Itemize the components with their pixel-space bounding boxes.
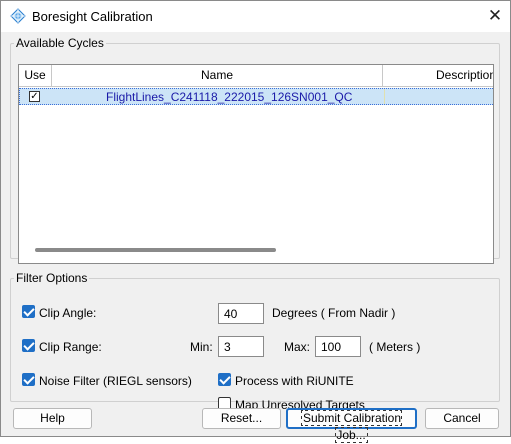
process-riunite-label: Process with RiUNITE bbox=[235, 374, 354, 388]
horizontal-scrollbar[interactable] bbox=[35, 248, 276, 252]
clip-range-max-label: Max: bbox=[284, 340, 311, 354]
table-header: Use Name Description bbox=[19, 65, 493, 87]
cycles-table[interactable]: Use Name Description ✓ FlightLines_C2411… bbox=[18, 64, 494, 264]
filter-options-legend: Filter Options bbox=[16, 271, 88, 285]
available-cycles-legend: Available Cycles bbox=[16, 36, 104, 50]
cycle-name: FlightLines_C241118_222015_126SN001_QC bbox=[106, 90, 353, 104]
close-icon: ✕ bbox=[487, 6, 503, 25]
reset-button[interactable]: Reset... bbox=[202, 408, 281, 429]
app-diamond-icon bbox=[10, 8, 26, 24]
clip-angle-checkbox[interactable] bbox=[22, 305, 35, 318]
boresight-calibration-dialog: Boresight Calibration ✕ Available Cycles… bbox=[0, 0, 511, 443]
clip-angle-unit: Degrees ( From Nadir ) bbox=[272, 306, 396, 320]
clip-range-label: Clip Range: bbox=[39, 340, 102, 354]
noise-filter-checkbox[interactable] bbox=[22, 373, 35, 386]
use-checkbox[interactable]: ✓ bbox=[29, 91, 40, 102]
column-header-description[interactable]: Description bbox=[383, 65, 493, 87]
column-header-name[interactable]: Name bbox=[52, 65, 383, 87]
column-divider bbox=[384, 89, 385, 104]
cancel-button[interactable]: Cancel bbox=[425, 408, 499, 429]
filter-options-group: Filter Options Clip Angle: Degrees ( Fro… bbox=[10, 271, 500, 412]
clip-range-unit: ( Meters ) bbox=[369, 340, 421, 354]
table-row[interactable]: ✓ FlightLines_C241118_222015_126SN001_QC bbox=[19, 88, 493, 105]
clip-range-min-input[interactable] bbox=[218, 336, 264, 357]
window-title: Boresight Calibration bbox=[32, 9, 153, 24]
submit-button-label: Submit Calibration Job... bbox=[300, 410, 403, 443]
title-bar: Boresight Calibration ✕ bbox=[1, 1, 510, 32]
help-button[interactable]: Help bbox=[13, 408, 92, 429]
column-header-use[interactable]: Use bbox=[19, 65, 52, 87]
clip-angle-input[interactable] bbox=[218, 303, 264, 324]
submit-calibration-job-button[interactable]: Submit Calibration Job... bbox=[286, 408, 417, 443]
clip-range-checkbox[interactable] bbox=[22, 339, 35, 352]
clip-angle-label: Clip Angle: bbox=[39, 306, 97, 320]
available-cycles-group: Available Cycles Use Name Description ✓ … bbox=[10, 36, 500, 264]
clip-range-max-input[interactable] bbox=[315, 336, 361, 357]
close-button[interactable]: ✕ bbox=[485, 6, 505, 26]
process-riunite-checkbox[interactable] bbox=[218, 373, 231, 386]
clip-range-min-label: Min: bbox=[190, 340, 213, 354]
noise-filter-label: Noise Filter (RIEGL sensors) bbox=[39, 374, 192, 388]
